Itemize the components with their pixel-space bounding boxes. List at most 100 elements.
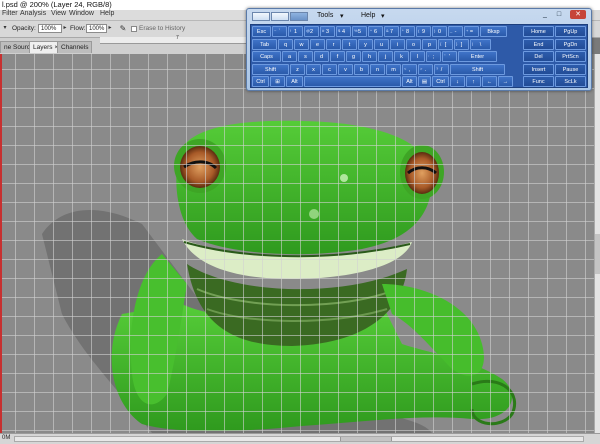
osk-key[interactable]: r — [326, 38, 341, 50]
horizontal-scroll-thumb[interactable] — [340, 437, 392, 441]
osk-key-pgup[interactable]: PgUp — [555, 26, 586, 37]
osk-key[interactable]: Caps — [252, 51, 281, 62]
osk-key[interactable]: ⊞ — [270, 76, 285, 87]
opacity-field[interactable]: 100% — [38, 24, 62, 33]
vertical-scroll-thumb[interactable] — [595, 234, 600, 274]
osk-key[interactable]: 2 @ — [304, 26, 319, 37]
opacity-dropdown-icon[interactable]: ▸ — [62, 25, 68, 32]
osk-key[interactable]: 3 # — [320, 26, 335, 37]
osk-key[interactable]: 7 & — [384, 26, 399, 37]
osk-key[interactable]: ;: — [426, 51, 441, 62]
osk-key[interactable]: u — [374, 38, 389, 50]
osk-key[interactable]: d — [314, 51, 329, 62]
osk-key[interactable]: m — [386, 63, 401, 75]
osk-key[interactable]: , < — [402, 63, 417, 75]
osk-key[interactable]: x — [306, 63, 321, 75]
osk-key[interactable]: v — [338, 63, 353, 75]
osk-key[interactable]: p — [422, 38, 437, 50]
osk-key[interactable]: q — [278, 38, 293, 50]
osk-key[interactable]: z — [290, 63, 305, 75]
osk-key[interactable]: y — [358, 38, 373, 50]
osk-key[interactable]: 9( — [416, 26, 431, 37]
osk-key[interactable]: = + — [464, 26, 479, 37]
osk-key[interactable]: ` ~ — [272, 26, 287, 37]
osk-key[interactable]: j — [378, 51, 393, 62]
horizontal-scrollbar[interactable] — [14, 436, 584, 442]
osk-view-standard-button[interactable] — [252, 12, 270, 21]
osk-key[interactable]: w — [294, 38, 309, 50]
osk-key[interactable]: g — [346, 51, 361, 62]
chevron-down-icon[interactable]: ▾ — [381, 12, 385, 20]
osk-key[interactable]: Shift — [450, 63, 505, 75]
osk-key[interactable]: \ | — [470, 38, 491, 50]
osk-key[interactable]: 6 ^ — [368, 26, 383, 37]
osk-key[interactable]: 0) — [432, 26, 447, 37]
vertical-scrollbar[interactable] — [594, 54, 600, 433]
menu-view[interactable]: View — [51, 10, 66, 17]
flow-dropdown-icon[interactable]: ▸ — [107, 25, 113, 32]
osk-key[interactable]: e — [310, 38, 325, 50]
osk-key[interactable]: Bksp — [480, 26, 507, 37]
osk-key[interactable]: l — [410, 51, 425, 62]
osk-key[interactable]: 1! — [288, 26, 303, 37]
osk-key[interactable]: n — [370, 63, 385, 75]
osk-menu-help[interactable]: Help — [361, 12, 375, 19]
osk-key-del[interactable]: Del — [523, 51, 554, 62]
osk-key[interactable]: s — [298, 51, 313, 62]
osk-key[interactable]: c — [322, 63, 337, 75]
osk-key-func[interactable]: Func — [523, 76, 554, 87]
osk-key[interactable]: i — [390, 38, 405, 50]
osk-key[interactable]: o — [406, 38, 421, 50]
osk-menu-tools[interactable]: Tools — [317, 12, 333, 19]
osk-key-prtscn[interactable]: PrtScn — [555, 51, 586, 62]
osk-key-pause[interactable]: Pause — [555, 63, 586, 75]
document-canvas[interactable] — [0, 54, 594, 433]
close-icon[interactable]: ✕ — [570, 10, 586, 19]
osk-key[interactable]: ]} — [454, 38, 469, 50]
flow-field[interactable]: 100% — [86, 24, 107, 33]
menu-analysis[interactable]: Analysis — [20, 10, 46, 17]
osk-key[interactable]: Alt — [286, 76, 303, 87]
osk-key[interactable]: ▤ — [418, 76, 431, 87]
osk-key[interactable]: /? — [434, 63, 449, 75]
maximize-icon[interactable]: □ — [553, 10, 565, 19]
osk-key[interactable]: 8 * — [400, 26, 415, 37]
osk-key[interactable]: h — [362, 51, 377, 62]
osk-key[interactable]: k — [394, 51, 409, 62]
osk-key[interactable]: b — [354, 63, 369, 75]
osk-key[interactable]: 5% — [352, 26, 367, 37]
osk-key-pgdn[interactable]: PgDn — [555, 38, 586, 50]
minimize-icon[interactable]: _ — [539, 10, 551, 19]
osk-key[interactable]: [{ — [438, 38, 453, 50]
erase-to-history-checkbox[interactable] — [131, 26, 137, 32]
osk-key[interactable]: ← — [482, 76, 497, 87]
osk-key[interactable]: a — [282, 51, 297, 62]
osk-key[interactable]: → — [498, 76, 513, 87]
chevron-down-icon[interactable]: ▾ — [340, 12, 344, 20]
osk-key[interactable]: ↑ — [466, 76, 481, 87]
osk-key[interactable]: t — [342, 38, 357, 50]
osk-key-insert[interactable]: Insert — [523, 63, 554, 75]
osk-key[interactable]: Ctrl — [432, 76, 449, 87]
tab-channels[interactable]: Channels — [57, 41, 93, 53]
osk-key-home[interactable]: Home — [523, 26, 554, 37]
osk-key[interactable]: f — [330, 51, 345, 62]
osk-key[interactable]: . > — [418, 63, 433, 75]
osk-key[interactable]: Shift — [252, 63, 289, 75]
osk-key[interactable]: ↓ — [450, 76, 465, 87]
osk-key[interactable]: - _ — [448, 26, 463, 37]
menu-help[interactable]: Help — [100, 10, 114, 17]
chevron-down-icon[interactable]: ▾ — [2, 25, 8, 32]
osk-key-end[interactable]: End — [523, 38, 554, 50]
osk-key-sclk[interactable]: ScLk — [555, 76, 586, 87]
osk-view-extended-button[interactable] — [290, 12, 308, 21]
osk-key-space[interactable] — [304, 76, 401, 87]
osk-key[interactable]: Esc — [252, 26, 271, 37]
osk-key[interactable]: 4 $ — [336, 26, 351, 37]
menu-window[interactable]: Window — [69, 10, 94, 17]
menu-filter[interactable]: Filter — [2, 10, 18, 17]
osk-key[interactable]: Ctrl — [252, 76, 269, 87]
osk-key[interactable]: ' " — [442, 51, 457, 62]
airbrush-icon[interactable]: ✎ — [118, 25, 128, 33]
osk-key[interactable]: Alt — [402, 76, 417, 87]
